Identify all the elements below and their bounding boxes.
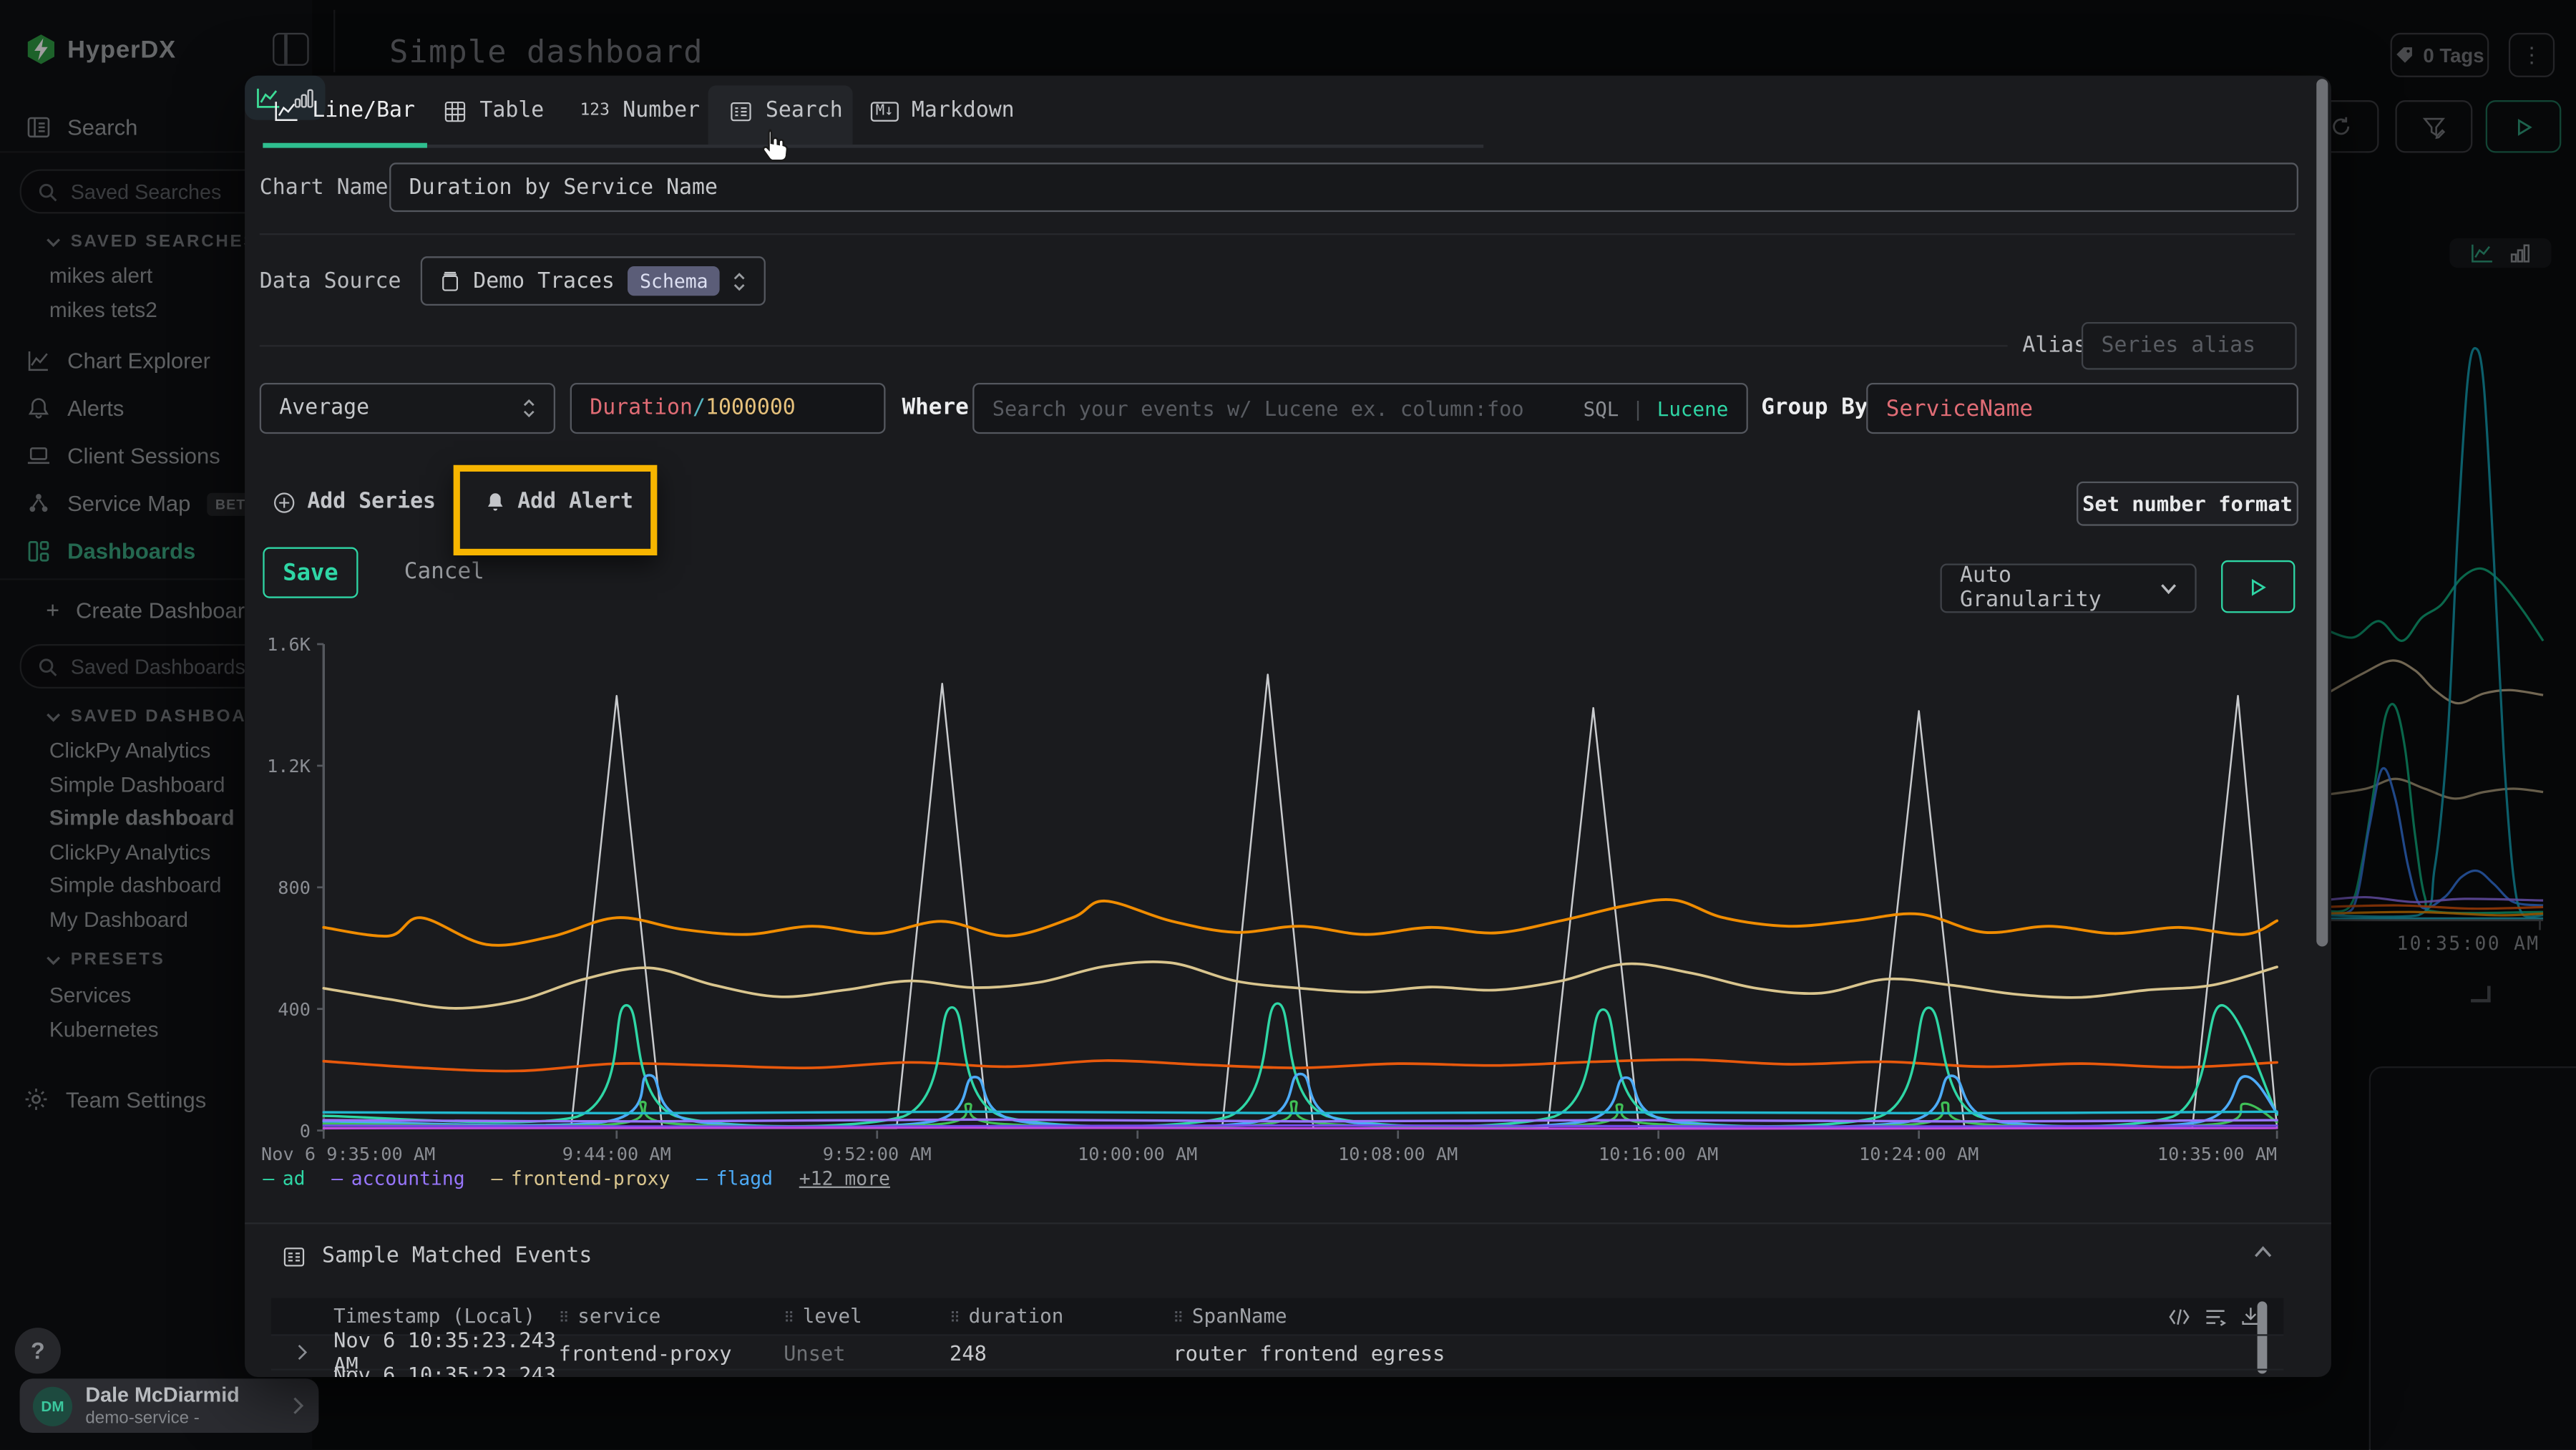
app-root: HyperDX Search Saved Searches SAVED SEAR… [0,0,2576,1449]
svg-text:400: 400 [278,999,311,1020]
log-list-icon [283,1245,306,1267]
cell-duration: 248 [950,1375,1173,1377]
drag-handle-icon[interactable]: ⠿ [559,1311,570,1328]
event-row[interactable]: Nov 6 10:35:23.243 AM frontend-proxy Uns… [271,1334,2284,1368]
column-header-level[interactable]: ⠿level [784,1305,950,1328]
drag-handle-icon[interactable]: ⠿ [950,1311,960,1328]
svg-text:0: 0 [300,1121,311,1142]
cell-service: frontend-proxy [559,1375,784,1377]
svg-text:Nov 6 9:35:00 AM: Nov 6 9:35:00 AM [261,1144,435,1164]
chevron-right-icon [291,1397,306,1415]
svg-text:10:35:00 AM: 10:35:00 AM [2157,1144,2277,1164]
sample-events-header[interactable]: Sample Matched Events [283,1244,592,1268]
cell-service: frontend-proxy [559,1340,784,1364]
events-table-header: Timestamp (Local) ⠿service ⠿level ⠿durat… [271,1298,2284,1335]
mouse-cursor [754,125,794,167]
svg-text:10:08:00 AM: 10:08:00 AM [1338,1144,1458,1164]
legend-dash-icon: — [491,1167,502,1189]
help-button[interactable]: ? [15,1328,61,1373]
legend-dash-icon: — [263,1167,274,1189]
annotation-highlight-box [454,465,658,555]
user-menu[interactable]: DM Dale McDiarmid demo-service - [20,1378,319,1433]
column-header-duration[interactable]: ⠿duration [950,1305,1173,1328]
drag-handle-icon[interactable]: ⠿ [1173,1311,1184,1328]
cell-spanname: router frontend egress [1173,1340,2283,1364]
modal-scrollbar[interactable] [2316,79,2328,946]
cell-spanname: router frontend egress [1173,1375,2283,1377]
chart-legend: —ad —accounting —frontend-proxy —flagd +… [263,1167,890,1189]
avatar: DM [33,1386,72,1426]
legend-item[interactable]: —flagd [696,1167,773,1189]
svg-text:1.6K: 1.6K [267,634,311,655]
legend-dash-icon: — [696,1167,708,1189]
cell-timestamp: Nov 6 10:35:23.243 AM [333,1362,559,1377]
user-org: demo-service - [85,1408,278,1428]
legend-more-link[interactable]: +12 more [799,1167,890,1189]
legend-item[interactable]: —frontend-proxy [491,1167,670,1189]
svg-text:10:00:00 AM: 10:00:00 AM [1078,1144,1197,1164]
edit-chart-modal: Line/Bar Table 123 Number Search M↓ Mark… [245,76,2331,1377]
section-divider [245,1222,2331,1224]
expand-row-chevron[interactable] [271,1344,333,1361]
legend-item[interactable]: —accounting [331,1167,464,1189]
cell-level: Unset [784,1375,950,1377]
svg-text:10:24:00 AM: 10:24:00 AM [1859,1144,1979,1164]
legend-dash-icon: — [331,1167,343,1189]
svg-text:9:52:00 AM: 9:52:00 AM [823,1144,932,1164]
cell-level: Unset [784,1340,950,1364]
svg-text:800: 800 [278,877,311,898]
event-row[interactable]: Nov 6 10:35:23.243 AM frontend-proxy Uns… [271,1369,2284,1377]
drag-handle-icon[interactable]: ⠿ [784,1311,794,1328]
column-header-service[interactable]: ⠿service [559,1305,784,1328]
svg-text:10:16:00 AM: 10:16:00 AM [1599,1144,1718,1164]
svg-text:9:44:00 AM: 9:44:00 AM [562,1144,671,1164]
code-view-icon[interactable] [2169,1307,2190,1325]
collapse-section-chevron[interactable] [2254,1245,2272,1258]
svg-text:1.2K: 1.2K [267,756,311,777]
wrap-text-icon[interactable] [2205,1307,2226,1325]
legend-item[interactable]: —ad [263,1167,305,1189]
column-header-spanname[interactable]: ⠿SpanName [1173,1305,2168,1328]
cell-duration: 248 [950,1340,1173,1364]
column-header-timestamp[interactable]: Timestamp (Local) [333,1305,559,1328]
user-name: Dale McDiarmid [85,1384,278,1408]
